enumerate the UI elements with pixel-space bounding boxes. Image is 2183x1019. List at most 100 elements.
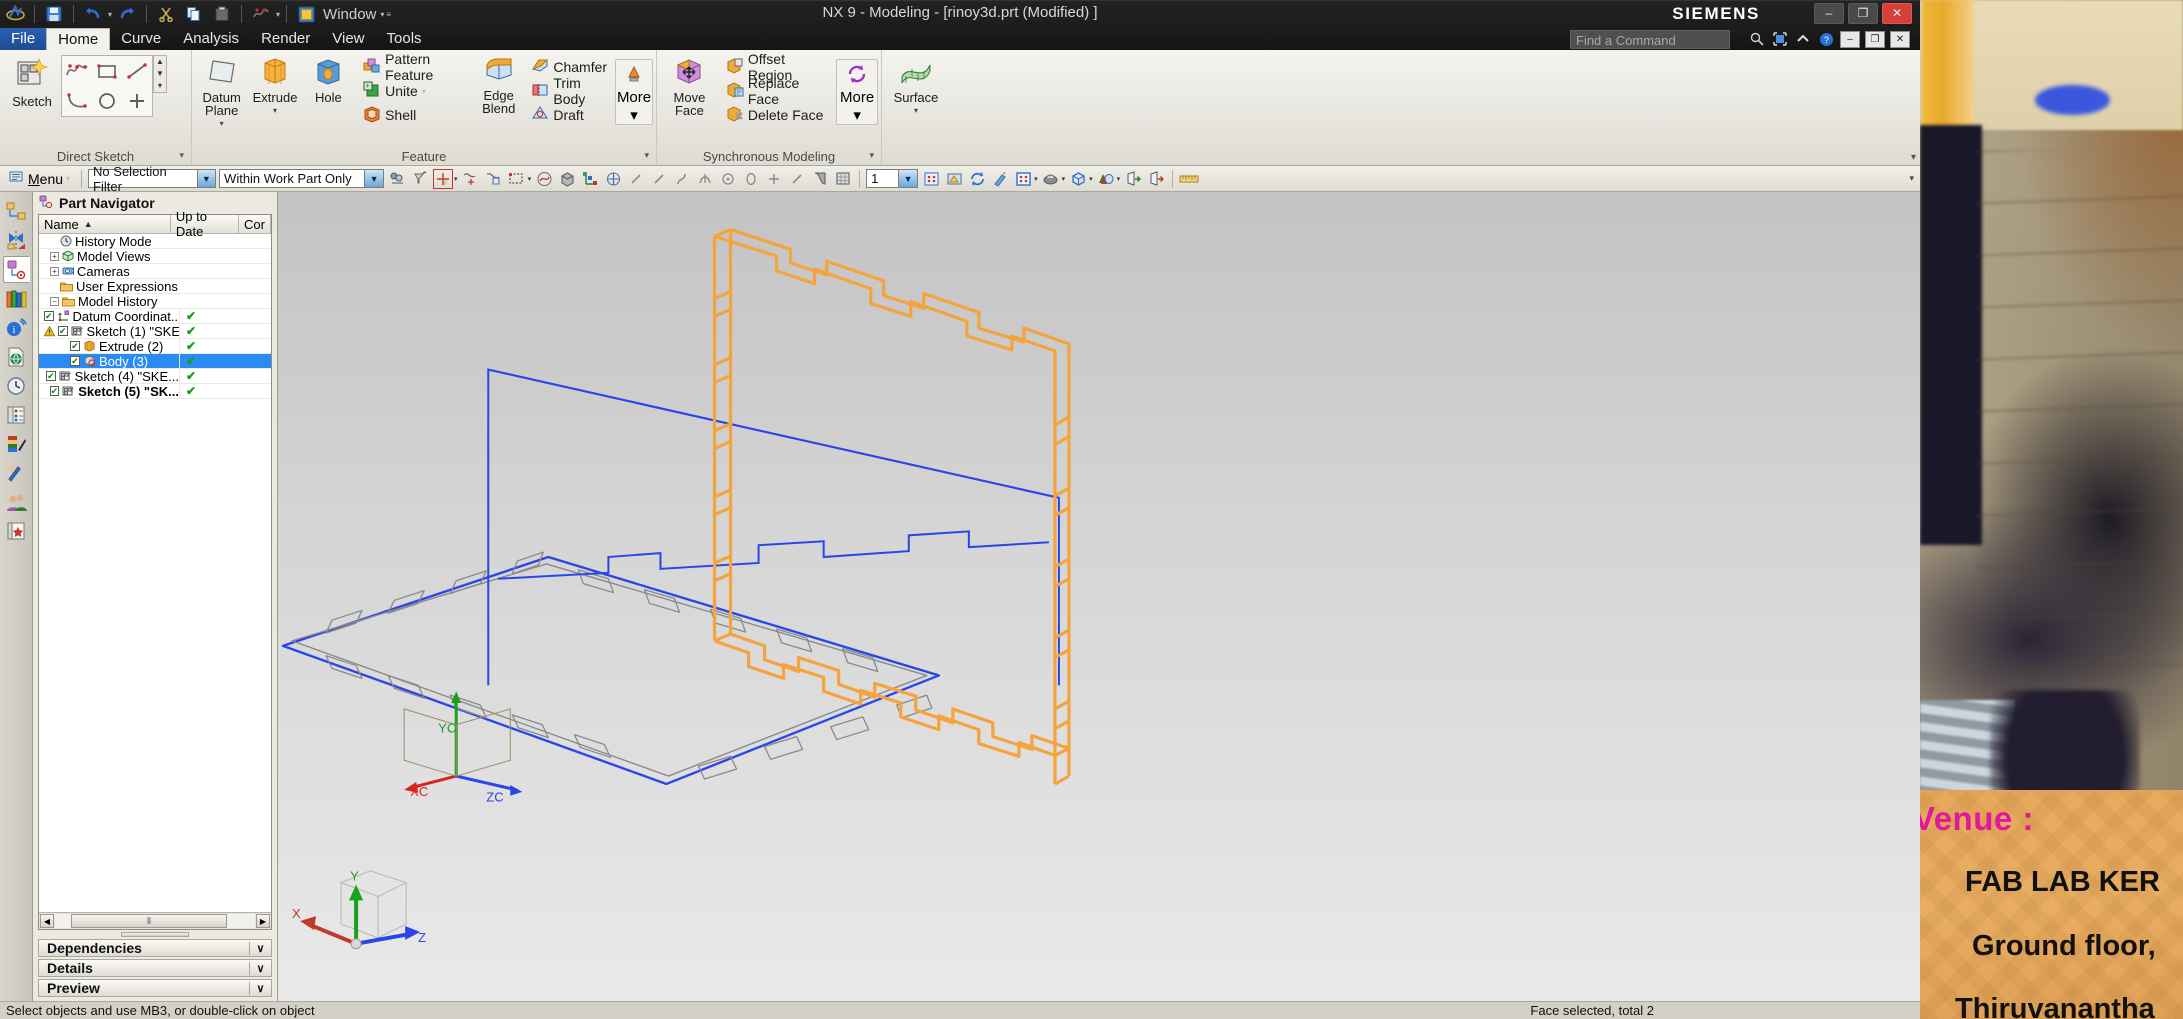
table-row[interactable]: − Model History — [39, 294, 271, 309]
nx-logo-icon[interactable] — [2, 2, 28, 26]
scroll-thumb[interactable]: ⫴ — [71, 914, 227, 928]
coordinate-icon[interactable] — [603, 169, 623, 189]
tree-node[interactable]: ✔ Sketch (1) "SKE... — [39, 324, 179, 339]
copy-to-layer-icon[interactable] — [1146, 169, 1166, 189]
section-details[interactable]: Details ∨ — [38, 959, 272, 977]
favorites-icon[interactable] — [3, 517, 30, 544]
window-menu-label[interactable]: Window — [321, 6, 378, 23]
tab-tools[interactable]: Tools — [376, 28, 433, 50]
table-row[interactable]: ✔ Sketch (1) "SKE... ✔ — [39, 324, 271, 339]
point-icon[interactable] — [764, 169, 784, 189]
solid-body-icon[interactable] — [557, 169, 577, 189]
tree-node[interactable]: − Model History — [39, 294, 179, 309]
tree-node[interactable]: ✔ Sketch (5) "SK... — [39, 384, 179, 399]
section-preview[interactable]: Preview ∨ — [38, 979, 272, 997]
snap-point-dropdown-icon[interactable]: ▾ — [454, 175, 458, 183]
tree-node[interactable]: ✔ Datum Coordinat... — [39, 309, 179, 324]
color-icon[interactable] — [1096, 169, 1116, 189]
intersection-point-icon[interactable] — [484, 169, 504, 189]
hd3d-tools-icon[interactable]: i — [3, 314, 30, 341]
layer-dropdown-icon[interactable]: ▾ — [1034, 175, 1038, 183]
zoom-fit-icon[interactable] — [921, 169, 941, 189]
selection-filter-dropdown-icon[interactable]: ▼ — [196, 170, 216, 187]
move-face-button[interactable]: Move Face — [660, 55, 719, 119]
doc-close-button[interactable]: ✕ — [1890, 30, 1910, 48]
tree-node[interactable]: ✔ Sketch (4) "SKE... — [39, 369, 179, 384]
redo-icon[interactable] — [114, 2, 140, 26]
sketch-tools-scroll[interactable]: ▲ ▼ ▾ — [153, 55, 167, 93]
tree-node[interactable]: + Model Views — [39, 249, 179, 264]
feature-more-caret[interactable]: ▾ — [630, 106, 638, 124]
snap-point-icon[interactable]: y — [433, 168, 454, 189]
close-button[interactable]: ✕ — [1882, 3, 1912, 24]
tab-view[interactable]: View — [321, 28, 375, 50]
save-icon[interactable] — [41, 2, 67, 26]
minimize-button[interactable]: – — [1814, 3, 1844, 24]
select-feature-icon[interactable] — [410, 169, 430, 189]
paste-icon[interactable] — [209, 2, 235, 26]
direct-sketch-expand-icon[interactable]: ▾ — [179, 150, 184, 161]
collapse-node-icon[interactable]: − — [50, 296, 59, 306]
arc-center-icon[interactable] — [695, 169, 715, 189]
rectangle-select-icon[interactable] — [507, 169, 527, 189]
system-visual-icon[interactable] — [3, 459, 30, 486]
rectangle-select-dropdown-icon[interactable]: ▾ — [528, 175, 532, 183]
window-menu-icon[interactable] — [293, 2, 319, 26]
table-row[interactable]: History Mode — [39, 234, 271, 249]
replace-face-button[interactable]: Replace Face — [722, 75, 832, 107]
tab-render[interactable]: Render — [250, 28, 321, 50]
undo-dropdown-icon[interactable]: ▾ — [108, 10, 112, 19]
system-scene-icon[interactable] — [3, 430, 30, 457]
work-layer-input[interactable]: 1 ▼ — [866, 169, 919, 188]
expand-node-icon[interactable]: + — [50, 251, 59, 261]
reuse-library-icon[interactable] — [3, 285, 30, 312]
surface-caret[interactable]: ▾ — [914, 104, 918, 117]
shell-button[interactable]: Shell — [359, 103, 468, 127]
synchronous-more-button[interactable]: More ▾ — [836, 59, 878, 125]
cut-icon[interactable] — [153, 2, 179, 26]
restore-button[interactable]: ❐ — [1848, 3, 1878, 24]
menu-button[interactable]: Menu ▾ — [4, 170, 75, 188]
point-icon[interactable] — [122, 86, 152, 116]
find-command-input[interactable]: Find a Command — [1570, 30, 1730, 49]
datum-icon[interactable] — [580, 169, 600, 189]
tree-node[interactable]: User Expressions — [39, 279, 179, 294]
panel-splitter[interactable] — [33, 930, 277, 939]
roles-icon[interactable] — [3, 488, 30, 515]
orient-dropdown-icon[interactable]: ▾ — [1089, 175, 1093, 183]
feature-checkbox[interactable]: ✔ — [49, 386, 60, 396]
hole-button[interactable]: Hole — [302, 55, 355, 106]
tree-node[interactable]: History Mode — [39, 234, 179, 249]
select-general-icon[interactable] — [387, 169, 407, 189]
feature-checkbox[interactable]: ✔ — [58, 326, 68, 336]
section-dependencies[interactable]: Dependencies ∨ — [38, 939, 272, 957]
feature-checkbox[interactable]: ✔ — [70, 341, 80, 351]
tree-horizontal-scrollbar[interactable]: ◀ ⫴ ▶ — [39, 912, 271, 929]
render-style-icon[interactable] — [944, 169, 964, 189]
doc-minimize-button[interactable]: – — [1840, 30, 1860, 48]
sketch-scroll-up-icon[interactable]: ▲ — [154, 56, 166, 68]
table-row[interactable]: ✔ Body (3) ✔ — [39, 354, 271, 369]
fullscreen-icon[interactable] — [1771, 30, 1789, 48]
sketch-button[interactable]: Sketch — [3, 55, 61, 110]
sketch-scroll-down-icon[interactable]: ▼ — [154, 68, 166, 80]
column-header-comments[interactable]: Cor — [239, 215, 271, 233]
menu-caret[interactable]: ▾ — [66, 174, 70, 183]
draft-button[interactable]: Draft — [527, 103, 611, 127]
table-row[interactable]: ✔ Sketch (4) "SKE... ✔ — [39, 369, 271, 384]
extrude-caret[interactable]: ▾ — [273, 104, 277, 117]
table-row[interactable]: ✔ Datum Coordinat... ✔ — [39, 309, 271, 324]
tab-home[interactable]: Home — [46, 28, 111, 50]
synchronous-more-caret[interactable]: ▾ — [853, 106, 861, 124]
edge-blend-button[interactable]: Edge Blend — [472, 55, 525, 117]
face-icon[interactable] — [534, 169, 554, 189]
circle-icon[interactable] — [92, 86, 122, 116]
orient-view-icon[interactable] — [1068, 169, 1088, 189]
scroll-track[interactable]: ⫴ — [55, 914, 255, 928]
scroll-right-button[interactable]: ▶ — [256, 914, 270, 928]
circle-icon[interactable] — [718, 169, 738, 189]
window-menu-caret[interactable]: ▾ — [380, 10, 384, 19]
line-icon[interactable] — [787, 169, 807, 189]
table-row[interactable]: ✔ Sketch (5) "SK... ✔ — [39, 384, 271, 399]
constraint-navigator-icon[interactable] — [3, 227, 30, 254]
